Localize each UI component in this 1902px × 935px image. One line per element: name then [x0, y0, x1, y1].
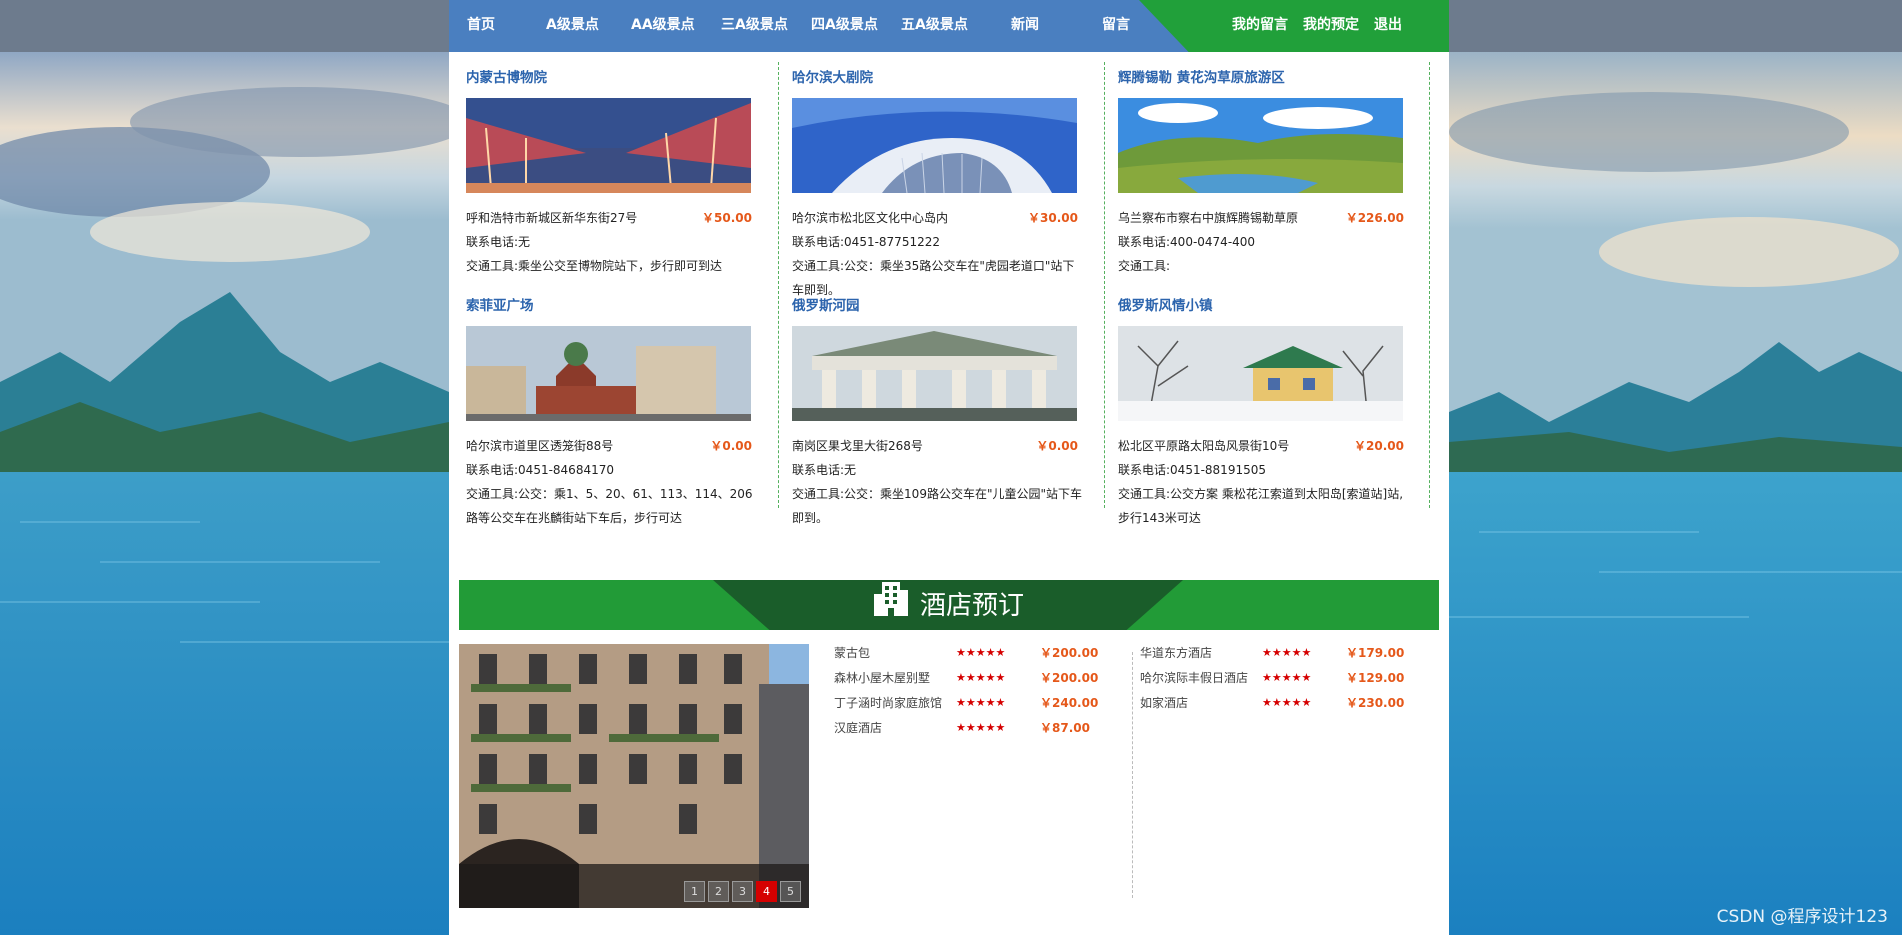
attraction-card: 俄罗斯河园 南岗区果戈里大街268号 ￥0.00 联系电话:无 交通工具:公交：…	[792, 296, 1102, 525]
star-rating: ★★★★★	[956, 671, 1006, 684]
hotel-price: ￥87.00	[1040, 721, 1090, 735]
attraction-price: ￥0.00	[1036, 439, 1078, 453]
hotel-price: ￥200.00	[1040, 671, 1099, 685]
nav-home[interactable]: 首页	[467, 0, 495, 52]
hotel-row[interactable]: 森林小屋木屋别墅 ★★★★★ ￥200.00	[834, 669, 1134, 694]
pager-dot[interactable]: 1	[684, 881, 705, 902]
hotel-list-divider	[1132, 652, 1133, 898]
nav-aaa-level[interactable]: 三A级景点	[721, 0, 788, 52]
hotel-name[interactable]: 丁子涵时尚家庭旅馆	[834, 694, 942, 712]
star-rating: ★★★★★	[956, 721, 1006, 734]
hotel-list-right: 华道东方酒店 ★★★★★ ￥179.00 哈尔滨际丰假日酒店 ★★★★★ ￥129.00…	[1140, 644, 1440, 719]
star-rating: ★★★★★	[1262, 696, 1312, 709]
pager-dot[interactable]: 3	[732, 881, 753, 902]
attraction-phone: 联系电话:0451-87751222	[792, 235, 940, 249]
hotel-name[interactable]: 汉庭酒店	[834, 719, 882, 737]
attraction-photo[interactable]	[792, 326, 1077, 421]
attraction-transport: 交通工具:	[1118, 259, 1171, 273]
hotel-price: ￥200.00	[1040, 646, 1099, 660]
hotel-section-title: 酒店预订	[919, 591, 1024, 621]
attraction-card: 俄罗斯风情小镇 松北区平原路太阳岛风景街10号 ￥20.00 联系电话:0451…	[1118, 296, 1428, 525]
star-rating: ★★★★★	[956, 696, 1006, 709]
attraction-phone: 联系电话:无	[466, 235, 531, 249]
nav-logout[interactable]: 退出	[1374, 0, 1402, 52]
main-content: 首页 A级景点 AA级景点 三A级景点 四A级景点 五A级景点 新闻 留言 我的…	[449, 0, 1449, 935]
nav-guestbook[interactable]: 留言	[1102, 0, 1130, 52]
background-scenery-right	[1449, 52, 1902, 935]
nav-aa-level[interactable]: AA级景点	[631, 0, 695, 52]
hotel-row[interactable]: 如家酒店 ★★★★★ ￥230.00	[1140, 694, 1440, 719]
carousel-pager: 1 2 3 4 5	[684, 881, 801, 902]
hotel-row[interactable]: 丁子涵时尚家庭旅馆 ★★★★★ ￥240.00	[834, 694, 1134, 719]
hotel-section-banner: 酒店预订	[459, 580, 1439, 630]
attraction-photo[interactable]	[792, 98, 1077, 193]
watermark: CSDN @程序设计123	[1716, 907, 1888, 927]
attraction-price: ￥50.00	[702, 211, 752, 225]
star-rating: ★★★★★	[1262, 671, 1312, 684]
attraction-price: ￥20.00	[1354, 439, 1404, 453]
attraction-price: ￥0.00	[710, 439, 752, 453]
hotel-name[interactable]: 蒙古包	[834, 644, 870, 662]
attraction-phone: 联系电话:400-0474-400	[1118, 235, 1256, 249]
hotel-name[interactable]: 哈尔滨际丰假日酒店	[1140, 669, 1248, 687]
building-icon	[873, 580, 908, 633]
nav-my-messages[interactable]: 我的留言	[1232, 0, 1288, 52]
hotel-name[interactable]: 如家酒店	[1140, 694, 1188, 712]
nav-a-level[interactable]: A级景点	[546, 0, 599, 52]
hotel-price: ￥179.00	[1346, 646, 1405, 660]
attraction-phone: 联系电话:0451-88191505	[1118, 463, 1266, 477]
nav-my-bookings[interactable]: 我的预定	[1303, 0, 1359, 52]
attraction-card: 内蒙古博物院 呼和浩特市新城区新华东街27号 ￥50.00 联系电话:无 交通工…	[466, 68, 776, 273]
hotel-photo-carousel[interactable]: 1 2 3 4 5	[459, 644, 809, 908]
attraction-phone: 联系电话:无	[792, 463, 857, 477]
attraction-transport: 交通工具:公交：乘坐35路公交车在"虎园老道口"站下车即到。	[792, 259, 1075, 297]
attraction-title[interactable]: 俄罗斯风情小镇	[1118, 296, 1428, 316]
star-rating: ★★★★★	[1262, 646, 1312, 659]
attraction-card: 哈尔滨大剧院 哈尔滨市松北区文化中心岛内 ￥30.00 联系电话:0451-87…	[792, 68, 1102, 297]
attraction-title[interactable]: 俄罗斯河园	[792, 296, 1102, 316]
attraction-transport: 交通工具:公交：乘1、5、20、61、113、114、206路等公交车在兆麟街站…	[466, 487, 753, 525]
hotel-list-left: 蒙古包 ★★★★★ ￥200.00 森林小屋木屋别墅 ★★★★★ ￥200.00 丁子涵…	[834, 644, 1134, 744]
attraction-photo[interactable]	[1118, 326, 1403, 421]
hotel-name[interactable]: 华道东方酒店	[1140, 644, 1212, 662]
hotel-row[interactable]: 哈尔滨际丰假日酒店 ★★★★★ ￥129.00	[1140, 669, 1440, 694]
hotel-row[interactable]: 蒙古包 ★★★★★ ￥200.00	[834, 644, 1134, 669]
pager-dot[interactable]: 2	[708, 881, 729, 902]
pager-dot[interactable]: 5	[780, 881, 801, 902]
attraction-price: ￥226.00	[1345, 211, 1404, 225]
attraction-transport: 交通工具:乘坐公交至博物院站下，步行即可到达	[466, 259, 723, 273]
column-divider	[778, 62, 779, 508]
column-divider	[1104, 62, 1105, 508]
pager-dot-active[interactable]: 4	[756, 881, 777, 902]
hotel-row[interactable]: 华道东方酒店 ★★★★★ ￥179.00	[1140, 644, 1440, 669]
nav-user-area	[1139, 0, 1449, 52]
attraction-title[interactable]: 索菲亚广场	[466, 296, 776, 316]
hotel-price: ￥240.00	[1040, 696, 1099, 710]
attraction-card: 辉腾锡勒 黄花沟草原旅游区 乌兰察布市察右中旗辉腾锡勒草原 ￥226.00 联系…	[1118, 68, 1428, 273]
nav-aaaaa-level[interactable]: 五A级景点	[901, 0, 968, 52]
nav-news[interactable]: 新闻	[1011, 0, 1039, 52]
attraction-photo[interactable]	[1118, 98, 1403, 193]
attraction-photo[interactable]	[466, 326, 751, 421]
hotel-row[interactable]: 汉庭酒店 ★★★★★ ￥87.00	[834, 719, 1134, 744]
attraction-card: 索菲亚广场 哈尔滨市道里区透笼街88号 ￥0.00 联系电话:0451-8468…	[466, 296, 776, 525]
background-scenery-left	[0, 52, 449, 935]
hotel-price: ￥129.00	[1346, 671, 1405, 685]
attraction-transport: 交通工具:公交：乘坐109路公交车在"儿童公园"站下车即到。	[792, 487, 1082, 525]
attraction-title[interactable]: 辉腾锡勒 黄花沟草原旅游区	[1118, 68, 1428, 88]
hotel-price: ￥230.00	[1346, 696, 1405, 710]
hotel-name[interactable]: 森林小屋木屋别墅	[834, 669, 930, 687]
star-rating: ★★★★★	[956, 646, 1006, 659]
attraction-transport: 交通工具:公交方案 乘松花江索道到太阳岛[索道站]站,步行143米可达	[1118, 487, 1404, 525]
nav-aaaa-level[interactable]: 四A级景点	[811, 0, 878, 52]
attraction-price: ￥30.00	[1028, 211, 1078, 225]
column-divider	[1429, 62, 1430, 508]
attraction-photo[interactable]	[466, 98, 751, 193]
attraction-phone: 联系电话:0451-84684170	[466, 463, 614, 477]
attraction-title[interactable]: 内蒙古博物院	[466, 68, 776, 88]
top-nav: 首页 A级景点 AA级景点 三A级景点 四A级景点 五A级景点 新闻 留言 我的…	[449, 0, 1449, 52]
attraction-title[interactable]: 哈尔滨大剧院	[792, 68, 1102, 88]
